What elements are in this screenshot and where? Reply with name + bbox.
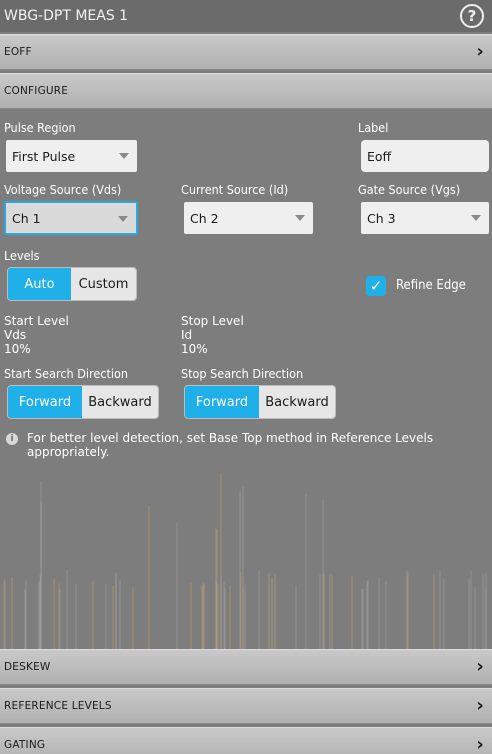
refine-edge-checkbox[interactable]: ✓: [366, 276, 386, 296]
stop-search-toggle: Forward Backward: [184, 385, 336, 419]
gate-source-dropdown[interactable]: Ch 3: [361, 202, 489, 234]
section-reference-levels[interactable]: REFERENCE LEVELS ›: [0, 688, 492, 724]
stop-level-source: Id: [181, 328, 193, 342]
chevron-down-icon: [119, 153, 129, 159]
chevron-right-icon: ›: [476, 41, 484, 62]
info-message: For better level detection, set Base Top…: [27, 431, 434, 459]
stop-search-label: Stop Search Direction: [181, 366, 304, 381]
chevron-down-icon: [118, 216, 128, 222]
pulse-region-label: Pulse Region: [4, 120, 76, 135]
pulse-region-dropdown[interactable]: First Pulse: [6, 140, 137, 172]
window-title: WBG-DPT MEAS 1: [4, 8, 129, 24]
checkmark-icon: ✓: [369, 277, 383, 295]
start-search-forward-button[interactable]: Forward: [8, 386, 83, 418]
stop-search-backward-button[interactable]: Backward: [259, 386, 335, 418]
waveform-traces: [3, 472, 487, 650]
stop-level-label: Stop Level: [181, 314, 244, 328]
chevron-down-icon: [295, 215, 305, 221]
section-gating-label: GATING: [4, 739, 46, 751]
start-search-label: Start Search Direction: [4, 366, 128, 381]
label-input[interactable]: Eoff: [361, 140, 489, 172]
label-field-label: Label: [358, 120, 389, 135]
voltage-source-label: Voltage Source (Vds): [4, 182, 122, 197]
gate-source-value: Ch 3: [367, 210, 396, 226]
current-source-label: Current Source (Id): [181, 182, 289, 197]
section-configure-label: CONFIGURE: [4, 85, 69, 97]
levels-label: Levels: [4, 248, 40, 263]
levels-custom-button[interactable]: Custom: [71, 268, 136, 300]
label-input-value: Eoff: [367, 148, 392, 164]
start-search-toggle: Forward Backward: [7, 385, 159, 419]
stop-level-value: 10%: [181, 342, 208, 356]
chevron-right-icon: ›: [476, 695, 484, 716]
section-eoff[interactable]: EOFF ›: [0, 34, 492, 70]
start-level-label: Start Level: [4, 314, 69, 328]
voltage-source-dropdown[interactable]: Ch 1: [4, 201, 138, 235]
current-source-value: Ch 2: [190, 210, 219, 226]
levels-auto-button[interactable]: Auto: [8, 268, 72, 300]
title-bar: WBG-DPT MEAS 1 ?: [0, 0, 492, 32]
levels-toggle: Auto Custom: [7, 267, 137, 301]
help-icon[interactable]: ?: [460, 4, 484, 28]
section-deskew-label: DESKEW: [4, 661, 51, 673]
info-icon: i: [6, 433, 18, 445]
start-level-source: Vds: [4, 328, 27, 342]
current-source-dropdown[interactable]: Ch 2: [184, 202, 313, 234]
section-eoff-label: EOFF: [4, 46, 32, 58]
section-reference-levels-label: REFERENCE LEVELS: [4, 700, 112, 712]
stop-search-forward-button[interactable]: Forward: [185, 386, 260, 418]
voltage-source-value: Ch 1: [12, 210, 41, 226]
start-level-value: 10%: [4, 342, 31, 356]
section-configure[interactable]: CONFIGURE: [0, 73, 492, 109]
chevron-right-icon: ›: [476, 734, 484, 754]
section-gating[interactable]: GATING ›: [0, 727, 492, 754]
chevron-down-icon: [471, 215, 481, 221]
chevron-right-icon: ›: [476, 656, 484, 677]
section-deskew[interactable]: DESKEW ›: [0, 649, 492, 685]
refine-edge-label: Refine Edge: [396, 278, 466, 293]
gate-source-label: Gate Source (Vgs): [358, 182, 461, 197]
pulse-region-value: First Pulse: [12, 148, 76, 164]
start-search-backward-button[interactable]: Backward: [82, 386, 158, 418]
